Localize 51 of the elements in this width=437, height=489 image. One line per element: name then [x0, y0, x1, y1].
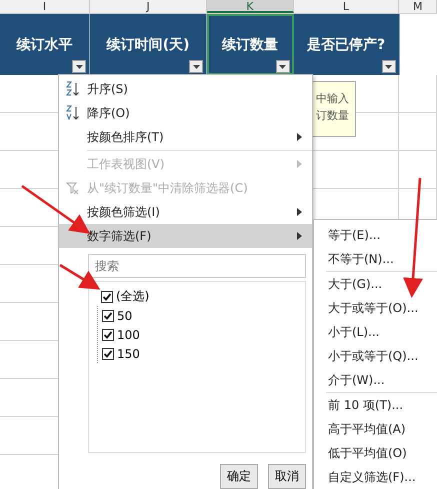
cancel-button[interactable]: 取消 [268, 464, 306, 489]
search-field[interactable]: 搜索 [88, 254, 306, 278]
submenu-arrow-icon [297, 232, 302, 240]
menu-item[interactable]: 自定义筛选(F)... [328, 465, 437, 489]
menu-item[interactable]: 前 10 项(T)... [328, 393, 437, 417]
column-letter[interactable]: M [399, 0, 437, 13]
menu-item[interactable]: 高于平均值(A) [328, 417, 437, 441]
menu-item[interactable]: 大于(G)... [328, 272, 437, 296]
tooltip: 中输入 订数量 [312, 81, 356, 137]
menu-item[interactable]: 数字筛选(F) [59, 224, 312, 248]
dropdown-arrow-icon [385, 64, 392, 68]
tree-item[interactable]: 150 [117, 346, 140, 360]
dropdown-arrow-icon [279, 64, 286, 68]
column-header: 续订时间(天) [106, 36, 190, 54]
tree-item[interactable]: 50 [117, 308, 132, 322]
column-letter[interactable]: L [294, 0, 400, 13]
menu-item[interactable]: 大于或等于(O)... [328, 296, 437, 320]
checkbox[interactable] [101, 290, 113, 302]
tree-item[interactable]: 100 [117, 328, 140, 342]
column-letter[interactable]: K [207, 0, 294, 13]
menu-item[interactable]: 等于(E)... [328, 223, 437, 247]
menu-item[interactable]: 按颜色排序(T) [59, 125, 312, 149]
filter-dropdown-button[interactable] [276, 60, 290, 73]
submenu-arrow-icon [297, 208, 302, 216]
submenu-arrow-icon [297, 160, 302, 168]
column-header: 续订数量 [222, 36, 278, 54]
filter-dropdown-button[interactable] [72, 60, 86, 73]
column-header: 续订水平 [16, 36, 73, 54]
menu-item[interactable]: 低于平均值(O) [328, 441, 437, 465]
sort-icon [65, 81, 81, 97]
filter-dropdown-button[interactable] [189, 60, 204, 73]
dropdown-arrow-icon [192, 64, 200, 68]
tree-item[interactable]: (全选) [116, 288, 150, 305]
checkbox[interactable] [102, 328, 114, 340]
menu-item[interactable]: 降序(O) [59, 101, 312, 125]
ok-button[interactable]: 确定 [220, 464, 258, 489]
sort-icon [65, 105, 81, 121]
menu-item[interactable]: 小于(L)... [328, 320, 437, 344]
checkbox[interactable] [102, 310, 114, 322]
menu-item[interactable]: 小于或等于(Q)... [328, 344, 437, 368]
column-letter[interactable]: I [0, 0, 90, 13]
menu-item[interactable]: 介于(W)... [328, 368, 437, 392]
checkbox[interactable] [102, 348, 114, 360]
dropdown-arrow-icon [76, 64, 83, 68]
menu-item[interactable]: 按颜色筛选(I) [59, 200, 312, 224]
menu-item[interactable]: 升序(S) [59, 77, 312, 101]
clear-filter-icon [66, 181, 80, 195]
column-header: 是否已停产? [306, 36, 386, 54]
filter-dropdown-button[interactable] [382, 60, 396, 73]
menu-item[interactable]: 不等于(N)... [328, 247, 437, 271]
submenu-arrow-icon [297, 133, 302, 141]
